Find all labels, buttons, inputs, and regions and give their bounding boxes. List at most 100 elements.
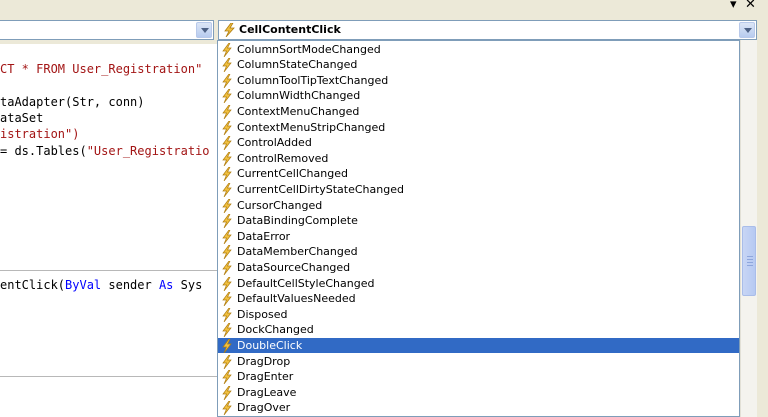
method-name-value: CellContentClick xyxy=(239,23,341,36)
title-strip: ▾ ✕ xyxy=(0,0,768,13)
event-lightning-icon xyxy=(222,260,232,275)
code-token: sender xyxy=(101,278,159,292)
event-lightning-icon xyxy=(222,323,232,338)
code-editor[interactable]: CT * FROM User_Registration" taAdapter(S… xyxy=(0,44,218,417)
code-token: Sys xyxy=(173,278,203,292)
code-token: = ds.Tables( xyxy=(0,144,87,158)
grip-line xyxy=(747,265,753,266)
event-list-item-label: DataBindingComplete xyxy=(237,214,358,228)
event-list-item-label: Disposed xyxy=(237,307,288,321)
grip-line xyxy=(747,256,753,257)
event-lightning-icon xyxy=(222,182,232,197)
event-list-item-label: ColumnSortModeChanged xyxy=(237,42,381,56)
code-line: ataSet xyxy=(0,111,44,125)
event-lightning-icon xyxy=(222,151,232,166)
code-line: istration") xyxy=(0,127,80,141)
event-list-item[interactable]: DragOver xyxy=(218,400,739,416)
event-list-item-label: DockChanged xyxy=(237,323,314,337)
event-lightning-icon xyxy=(222,89,232,104)
event-list-item[interactable]: DataError xyxy=(218,229,739,245)
procedure-separator xyxy=(0,270,218,271)
event-list-item-label: DoubleClick xyxy=(237,338,303,352)
event-list-item-label: CurrentCellDirtyStateChanged xyxy=(237,182,404,196)
event-lightning-icon xyxy=(224,23,235,37)
event-lightning-icon xyxy=(222,104,232,119)
event-list-item[interactable]: CurrentCellChanged xyxy=(218,166,739,182)
code-token: entClick( xyxy=(0,278,66,292)
event-lightning-icon xyxy=(222,292,232,307)
list-scrollbar[interactable] xyxy=(740,40,757,417)
event-list-item[interactable]: DefaultValuesNeeded xyxy=(218,291,739,307)
event-list-item-label: DataError xyxy=(237,229,291,243)
method-name-dropdown[interactable]: CellContentClick xyxy=(218,20,757,40)
scrollbar-thumb[interactable] xyxy=(742,226,756,296)
event-lightning-icon xyxy=(222,245,232,260)
grip-line xyxy=(747,259,753,260)
event-list-item-label: CursorChanged xyxy=(237,198,323,212)
event-list-item[interactable]: DockChanged xyxy=(218,322,739,338)
event-lightning-icon xyxy=(222,73,232,88)
event-list-item-label: DefaultValuesNeeded xyxy=(237,292,356,306)
event-list-item-label: ColumnStateChanged xyxy=(237,58,358,72)
event-list-item[interactable]: DataSourceChanged xyxy=(218,260,739,276)
event-lightning-icon xyxy=(222,214,232,229)
event-list-item[interactable]: CursorChanged xyxy=(218,198,739,214)
event-lightning-icon xyxy=(222,167,232,182)
code-line: CT * FROM User_Registration" xyxy=(0,62,203,76)
event-lightning-icon xyxy=(222,276,232,291)
window-dropdown-icon[interactable]: ▾ xyxy=(730,0,737,12)
event-list-item[interactable]: ColumnStateChanged xyxy=(218,57,739,73)
class-name-dropdown[interactable] xyxy=(0,20,214,40)
event-list-item-label: ContextMenuStripChanged xyxy=(237,120,386,134)
event-list-item-label: CurrentCellChanged xyxy=(237,167,348,181)
event-list-item[interactable]: ContextMenuStripChanged xyxy=(218,120,739,136)
event-list-item-label: ColumnWidthChanged xyxy=(237,89,361,103)
event-list-item-label: ControlAdded xyxy=(237,136,312,150)
event-lightning-icon xyxy=(222,307,232,322)
event-list-item-label: DataSourceChanged xyxy=(237,260,351,274)
event-list-item-label: ContextMenuChanged xyxy=(237,104,360,118)
event-lightning-icon xyxy=(222,385,232,400)
grip-line xyxy=(747,262,753,263)
event-list-item-label: DefaultCellStyleChanged xyxy=(237,276,375,290)
chevron-down-icon[interactable] xyxy=(739,22,755,38)
event-lightning-icon xyxy=(222,229,232,244)
chevron-down-icon[interactable] xyxy=(196,22,212,38)
code-keyword: ByVal xyxy=(65,278,102,292)
event-lightning-icon xyxy=(222,354,232,369)
event-lightning-icon xyxy=(222,42,232,57)
code-string: "User_Registratio xyxy=(86,144,210,158)
event-list-item[interactable]: ColumnWidthChanged xyxy=(218,88,739,104)
event-list-item[interactable]: DragDrop xyxy=(218,354,739,370)
event-list-item[interactable]: DoubleClick xyxy=(218,337,739,354)
event-list-item[interactable]: ColumnSortModeChanged xyxy=(218,42,739,58)
event-list-item-label: DragOver xyxy=(237,401,291,415)
event-lightning-icon xyxy=(222,198,232,213)
event-list-item-label: DragDrop xyxy=(237,354,291,368)
code-line: = ds.Tables("User_Registratio xyxy=(0,144,210,158)
event-list-item[interactable]: DataMemberChanged xyxy=(218,244,739,260)
event-list-item[interactable]: DefaultCellStyleChanged xyxy=(218,276,739,292)
procedure-separator xyxy=(0,376,218,377)
event-list-item[interactable]: DragLeave xyxy=(218,385,739,401)
event-list[interactable]: ColumnSortModeChanged ColumnStateChanged C… xyxy=(217,40,740,417)
event-list-item[interactable]: ColumnToolTipTextChanged xyxy=(218,73,739,89)
event-list-item[interactable]: CurrentCellDirtyStateChanged xyxy=(218,182,739,198)
event-list-item[interactable]: DragEnter xyxy=(218,369,739,385)
event-list-item[interactable]: ControlAdded xyxy=(218,135,739,151)
code-line: taAdapter(Str, conn) xyxy=(0,95,145,109)
code-keyword: As xyxy=(158,278,174,292)
right-pane xyxy=(757,44,768,417)
event-lightning-icon xyxy=(222,370,232,385)
event-lightning-icon xyxy=(222,401,232,416)
event-lightning-icon xyxy=(222,58,232,73)
event-list-item[interactable]: ControlRemoved xyxy=(218,151,739,167)
event-list-item-label: DragLeave xyxy=(237,385,297,399)
event-list-item[interactable]: Disposed xyxy=(218,307,739,323)
event-list-item-label: ColumnToolTipTextChanged xyxy=(237,73,389,87)
event-lightning-icon xyxy=(222,136,232,151)
close-icon[interactable]: ✕ xyxy=(745,0,756,12)
event-list-item[interactable]: ContextMenuChanged xyxy=(218,104,739,120)
event-list-item[interactable]: DataBindingComplete xyxy=(218,213,739,229)
event-list-item-label: DataMemberChanged xyxy=(237,245,358,259)
